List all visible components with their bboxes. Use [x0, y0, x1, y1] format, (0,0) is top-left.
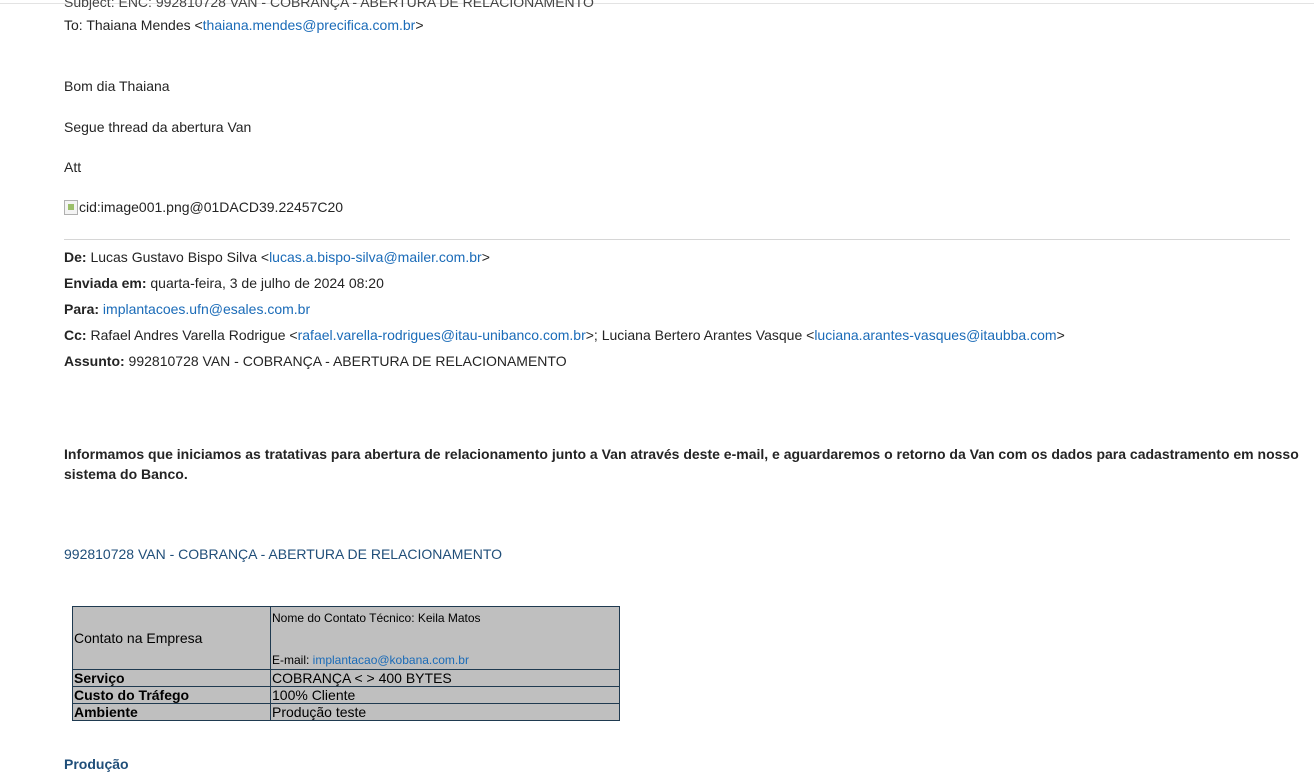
forward-to-email-link[interactable]: thaiana.mendes@precifica.com.br	[203, 17, 416, 33]
subject-value: 992810728 VAN - COBRANÇA - ABERTURA DE R…	[124, 353, 567, 369]
cc-email-link-2[interactable]: luciana.arantes-vasques@itaubba.com	[814, 327, 1056, 343]
custo-value: 100% Cliente	[270, 686, 620, 704]
broken-image: cid:image001.png@01DACD39.22457C20	[64, 199, 343, 215]
table-row: Serviço COBRANÇA < > 400 BYTES	[72, 669, 620, 687]
servico-label: Serviço	[72, 669, 271, 687]
broken-image-alt-text: cid:image001.png@01DACD39.22457C20	[79, 199, 344, 215]
to-label: Para:	[64, 301, 100, 317]
forward-to-suffix: >	[415, 17, 424, 33]
sent-value: quarta-feira, 3 de julho de 2024 08:20	[146, 275, 384, 291]
table-row: Ambiente Produção teste	[72, 703, 620, 721]
bold-paragraph: Informamos que iniciamos as tratativas p…	[64, 446, 1299, 482]
header-to: Para: implantacoes.ufn@esales.com.br	[64, 301, 310, 317]
to-email-link[interactable]: implantacoes.ufn@esales.com.br	[103, 301, 310, 317]
cc-name-1: Rafael Andres Varella Rodrigue <	[86, 327, 298, 343]
broken-image-icon	[64, 199, 78, 215]
contato-email-label: E-mail:	[272, 653, 313, 667]
signoff-text: Att	[64, 159, 82, 175]
ambiente-value: Produção teste	[270, 703, 620, 721]
producao-heading: Produção	[64, 756, 129, 772]
ambiente-label: Ambiente	[72, 703, 271, 721]
contato-email-line: E-mail: implantacao@kobana.com.br	[272, 653, 618, 667]
from-label: De:	[64, 249, 87, 265]
header-from: De: Lucas Gustavo Bispo Silva <lucas.a.b…	[64, 249, 490, 265]
table-row: Contato na Empresa Nome do Contato Técni…	[72, 606, 620, 670]
subject-label: Assunto:	[64, 353, 125, 369]
forward-to-line: To: Thaiana Mendes <thaiana.mendes@preci…	[64, 17, 424, 33]
contato-value-cell: Nome do Contato Técnico: Keila Matos E-m…	[270, 606, 620, 670]
van-title: 992810728 VAN - COBRANÇA - ABERTURA DE R…	[64, 546, 503, 562]
from-name: Lucas Gustavo Bispo Silva <	[86, 249, 270, 265]
cc-suffix: >	[1056, 327, 1065, 343]
quoted-message-divider	[64, 239, 1290, 240]
forward-to-prefix: To: Thaiana Mendes <	[64, 17, 203, 33]
header-subject: Assunto: 992810728 VAN - COBRANÇA - ABER…	[64, 353, 567, 369]
custo-label: Custo do Tráfego	[72, 686, 271, 704]
body-line: Segue thread da abertura Van	[64, 119, 252, 135]
contato-label-cell: Contato na Empresa	[72, 606, 271, 670]
contato-email-link[interactable]: implantacao@kobana.com.br	[313, 653, 469, 667]
servico-value: COBRANÇA < > 400 BYTES	[270, 669, 620, 687]
header-sent: Enviada em: quarta-feira, 3 de julho de …	[64, 275, 384, 291]
from-suffix: >	[481, 249, 490, 265]
contact-info-table: Contato na Empresa Nome do Contato Técni…	[72, 606, 620, 721]
cc-email-link-1[interactable]: rafael.varella-rodrigues@itau-unibanco.c…	[298, 327, 586, 343]
cc-separator: >; Luciana Bertero Arantes Vasque <	[585, 327, 815, 343]
header-cc: Cc: Rafael Andres Varella Rodrigue <rafa…	[64, 327, 1065, 343]
sent-label: Enviada em:	[64, 275, 147, 291]
table-row: Custo do Tráfego 100% Cliente	[72, 686, 620, 704]
greeting-text: Bom dia Thaiana	[64, 78, 170, 94]
cc-label: Cc:	[64, 327, 87, 343]
forward-subject-line: Subject: ENC: 992810728 VAN - COBRANÇA -…	[64, 0, 594, 10]
contato-nome: Nome do Contato Técnico: Keila Matos	[272, 611, 481, 625]
from-email-link[interactable]: lucas.a.bispo-silva@mailer.com.br	[269, 249, 482, 265]
